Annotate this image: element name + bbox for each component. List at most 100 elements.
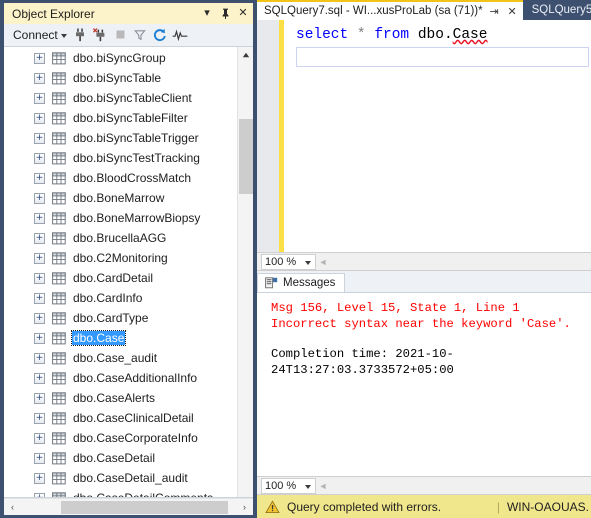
plug-disconnect-glyph	[92, 27, 105, 41]
tree-node[interactable]: + dbo.biSyncTableTrigger	[4, 128, 237, 148]
expand-plus-icon[interactable]: +	[34, 172, 45, 184]
connect-label: Connect	[13, 27, 58, 42]
results-zoom-value: 100 %	[265, 479, 297, 492]
tree-node[interactable]: + dbo.BloodCrossMatch	[4, 168, 237, 188]
expand-plus-icon[interactable]: +	[34, 452, 45, 464]
filter-icon[interactable]	[131, 26, 150, 44]
scrollbar-thumb[interactable]	[239, 119, 253, 194]
tab-sqlquery7[interactable]: SQLQuery7.sql - WI...xusProLab (sa (71))…	[257, 0, 523, 20]
editor-zoom-bar: 100 % ◄	[257, 252, 591, 271]
tree-node[interactable]: + dbo.biSyncTableFilter	[4, 108, 237, 128]
object-explorer-toolbar: Connect	[4, 24, 253, 46]
tree-horizontal-scrollbar[interactable]: ‹ ›	[4, 498, 253, 515]
expand-plus-icon[interactable]: +	[34, 412, 45, 424]
connect-button[interactable]: Connect	[10, 27, 70, 43]
scroll-left-button[interactable]: ‹	[4, 499, 21, 516]
code-text-area[interactable]: select * from dbo.Case	[284, 20, 591, 252]
expand-plus-icon[interactable]: +	[34, 272, 45, 284]
hscroll-track[interactable]	[21, 499, 236, 516]
tree-node[interactable]: + dbo.CaseAdditionalInfo	[4, 368, 237, 388]
tree-node[interactable]: + dbo.Case_audit	[4, 348, 237, 368]
expand-plus-icon[interactable]: +	[34, 372, 45, 384]
hscrollbar-thumb[interactable]	[61, 500, 228, 514]
hscroll-left-icon[interactable]: ◄	[316, 481, 330, 491]
chevron-down-icon[interactable]: ▾	[199, 5, 215, 22]
disconnect-plug-icon[interactable]	[91, 26, 110, 44]
activity-monitor-icon[interactable]	[171, 26, 190, 44]
expand-plus-icon[interactable]: +	[34, 292, 45, 304]
tree-node[interactable]: + dbo.CaseDetail	[4, 448, 237, 468]
tree-vertical-scrollbar[interactable]	[237, 47, 253, 497]
table-icon	[52, 431, 66, 444]
document-tabstrip: SQLQuery7.sql - WI...xusProLab (sa (71))…	[257, 0, 591, 20]
object-explorer-tree-container: + dbo.biSyncGroup + dbo.biSyncTable + dbo.biS…	[4, 46, 253, 498]
tree-node[interactable]: + dbo.CardDetail	[4, 268, 237, 288]
table-icon	[52, 391, 66, 404]
expand-plus-icon[interactable]: +	[34, 52, 45, 64]
triangle-up-glyph	[242, 52, 250, 58]
messages-output[interactable]: Msg 156, Level 15, State 1, Line 1 Incor…	[257, 292, 591, 476]
tree-node[interactable]: + dbo.CaseDetail_audit	[4, 468, 237, 488]
ssms-window: Object Explorer ▾ ✕ Connect + dbo.biSync…	[0, 0, 591, 518]
pin-icon[interactable]	[217, 5, 233, 22]
tab-messages[interactable]: Messages	[257, 273, 346, 292]
expand-plus-icon[interactable]: +	[34, 92, 45, 104]
tree-node[interactable]: + dbo.CaseDetailComments	[4, 488, 237, 497]
expand-plus-icon[interactable]: +	[34, 232, 45, 244]
expand-plus-icon[interactable]: +	[34, 472, 45, 484]
tree-node[interactable]: + dbo.biSyncTable	[4, 68, 237, 88]
tree-node-label: dbo.CaseClinicalDetail	[73, 411, 194, 425]
table-icon	[52, 211, 66, 224]
pin-tab-icon[interactable]: ⇥	[488, 5, 501, 18]
expand-plus-icon[interactable]: +	[34, 312, 45, 324]
table-icon	[52, 171, 66, 184]
expand-plus-icon[interactable]: +	[34, 252, 45, 264]
table-icon	[52, 351, 66, 364]
tree-node[interactable]: + dbo.C2Monitoring	[4, 248, 237, 268]
expand-plus-icon[interactable]: +	[34, 72, 45, 84]
tree-node[interactable]: + dbo.biSyncTestTracking	[4, 148, 237, 168]
tree-node[interactable]: + dbo.biSyncTableClient	[4, 88, 237, 108]
refresh-icon[interactable]	[151, 26, 170, 44]
expand-plus-icon[interactable]: +	[34, 112, 45, 124]
scroll-right-button[interactable]: ›	[236, 499, 253, 516]
tree-node[interactable]: + dbo.CaseClinicalDetail	[4, 408, 237, 428]
expand-plus-icon[interactable]: +	[34, 352, 45, 364]
tree-node-label: dbo.BoneMarrowBiopsy	[73, 211, 201, 225]
expand-plus-icon[interactable]: +	[34, 132, 45, 144]
editor-zoom-select[interactable]: 100 %	[261, 253, 316, 270]
tree-node[interactable]: + dbo.biSyncGroup	[4, 48, 237, 68]
tree-node-label: dbo.BloodCrossMatch	[73, 171, 192, 185]
tree-node[interactable]: + dbo.CardType	[4, 308, 237, 328]
table-icon	[52, 131, 66, 144]
stop-icon[interactable]	[111, 26, 130, 44]
sql-editor[interactable]: select * from dbo.Case	[257, 20, 591, 252]
expand-plus-icon[interactable]: +	[34, 192, 45, 204]
expand-plus-icon[interactable]: +	[34, 432, 45, 444]
close-tab-icon[interactable]: ✕	[506, 5, 519, 18]
tree-node[interactable]: + dbo.BoneMarrowBiopsy	[4, 208, 237, 228]
tree-node[interactable]: + dbo.CardInfo	[4, 288, 237, 308]
tree-node[interactable]: + dbo.CaseAlerts	[4, 388, 237, 408]
expand-plus-icon[interactable]: +	[34, 332, 45, 344]
pulse-glyph	[172, 28, 188, 41]
chevron-down-icon	[60, 33, 67, 38]
tree-node[interactable]: + dbo.BoneMarrow	[4, 188, 237, 208]
hscroll-left-icon[interactable]: ◄	[316, 257, 330, 267]
scroll-up-button[interactable]	[238, 47, 253, 63]
expand-plus-icon[interactable]: +	[34, 392, 45, 404]
expand-plus-icon[interactable]: +	[34, 212, 45, 224]
tree-node[interactable]: + dbo.CaseCorporateInfo	[4, 428, 237, 448]
expand-plus-icon[interactable]: +	[34, 492, 45, 497]
connect-plug-icon[interactable]	[71, 26, 90, 44]
close-icon[interactable]: ✕	[235, 5, 251, 22]
tree-node-label: dbo.biSyncTableTrigger	[73, 131, 199, 145]
tab-sqlquery5[interactable]: SQLQuery5.sql - WI...	[523, 0, 591, 20]
tree-node[interactable]: + dbo.Case	[4, 328, 237, 348]
expand-plus-icon[interactable]: +	[34, 152, 45, 164]
tree-node[interactable]: + dbo.BrucellaAGG	[4, 228, 237, 248]
results-zoom-select[interactable]: 100 %	[261, 477, 316, 494]
tree-node-label: dbo.CardType	[73, 311, 149, 325]
object-explorer-tree[interactable]: + dbo.biSyncGroup + dbo.biSyncTable + dbo.biS…	[4, 47, 237, 497]
